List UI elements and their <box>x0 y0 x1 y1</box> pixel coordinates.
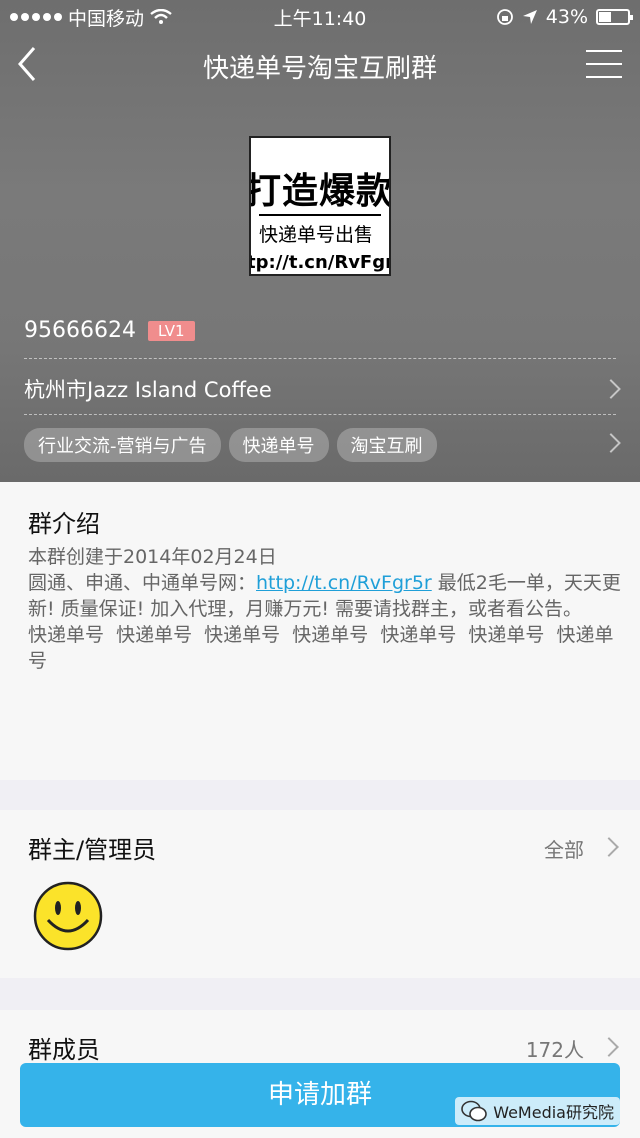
group-intro-section: 群介绍 本群创建于2014年02月24日 圆通、申通、中通单号网：http://… <box>0 482 640 780</box>
avatar-divider <box>259 214 381 216</box>
level-badge: LV1 <box>147 320 195 341</box>
wechat-icon <box>461 1100 488 1122</box>
chevron-right-icon[interactable] <box>599 1037 619 1057</box>
chevron-right-icon[interactable] <box>599 837 619 857</box>
chevron-right-icon[interactable] <box>601 379 621 399</box>
battery-percent: 43% <box>545 6 588 28</box>
rotation-lock-icon <box>496 9 513 25</box>
section-title: 群主/管理员 <box>28 836 157 864</box>
group-id: 95666624 <box>24 318 136 343</box>
intro-link[interactable]: http://t.cn/RvFgr5r <box>256 572 432 594</box>
tag-chip[interactable]: 淘宝互刷 <box>336 428 437 462</box>
menu-icon[interactable] <box>586 50 622 80</box>
group-id-row: 95666624 LV1 <box>24 318 195 343</box>
tag-chip[interactable]: 行业交流-营销与广告 <box>24 428 221 462</box>
divider <box>24 414 616 415</box>
avatar-text-subtitle: 快递单号出售 <box>259 224 374 246</box>
intro-text: 本群创建于2014年02月24日 圆通、申通、中通单号网：http://t.cn… <box>28 544 624 674</box>
admin-section[interactable]: 群主/管理员 全部 <box>0 810 640 978</box>
avatar-text-url: tp://t.cn/RvFgr <box>249 252 391 273</box>
status-bar: 中国移动 上午11:40 43% <box>0 0 640 34</box>
member-count: 172人 <box>525 1038 584 1062</box>
battery-icon <box>596 9 633 25</box>
group-header: 中国移动 上午11:40 43% 快递单号淘宝互刷群 打造爆款 快递单号出售 t… <box>0 0 640 482</box>
section-title: 群成员 <box>28 1036 100 1064</box>
intro-keywords: 快递单号 快递单号 快递单号 快递单号 快递单号 快递单号 快递单号 <box>28 624 614 672</box>
created-date: 本群创建于2014年02月24日 <box>28 546 277 568</box>
section-title: 群介绍 <box>28 510 100 538</box>
navigation-bar: 快递单号淘宝互刷群 <box>0 34 640 94</box>
group-location[interactable]: 杭州市Jazz Island Coffee <box>24 374 272 404</box>
divider <box>24 358 616 359</box>
page-title: 快递单号淘宝互刷群 <box>202 54 437 84</box>
smiley-avatar[interactable] <box>32 880 104 952</box>
chevron-right-icon[interactable] <box>601 433 621 453</box>
watermark: WeMedia研究院 <box>455 1097 620 1125</box>
watermark-text: WeMedia研究院 <box>493 1103 614 1122</box>
avatar-text-headline: 打造爆款 <box>249 171 391 212</box>
tag-chip[interactable]: 快递单号 <box>228 428 329 462</box>
intro-description: 圆通、申通、中通单号网：http://t.cn/RvFgr5r 最低2毛一单，天… <box>28 572 621 620</box>
view-all-label[interactable]: 全部 <box>544 834 584 863</box>
group-avatar[interactable]: 打造爆款 快递单号出售 tp://t.cn/RvFgr <box>249 136 391 276</box>
group-tags[interactable]: 行业交流-营销与广告 快递单号 淘宝互刷 <box>24 428 437 462</box>
location-icon <box>522 10 537 24</box>
